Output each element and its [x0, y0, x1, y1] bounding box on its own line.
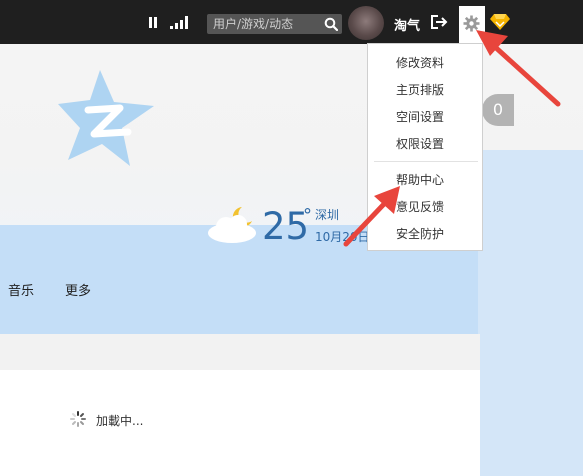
weather-city: 深圳 — [315, 208, 340, 222]
logout-icon[interactable] — [430, 14, 448, 30]
weather-degree-symbol: ° — [303, 205, 312, 226]
nav-item-music[interactable]: 音乐 — [8, 280, 34, 299]
partly-cloudy-icon — [208, 207, 256, 243]
menu-item-feedback[interactable]: 意见反馈 — [368, 195, 482, 219]
cover-right-decoration — [478, 150, 583, 476]
search-box — [207, 14, 342, 34]
pause-icon[interactable] — [149, 17, 158, 28]
feed-panel-header — [0, 334, 480, 370]
star-mascot-icon — [58, 70, 154, 166]
menu-item-help-center[interactable]: 帮助中心 — [368, 168, 482, 192]
user-nickname[interactable]: 淘气 — [394, 15, 420, 34]
settings-button[interactable] — [459, 6, 485, 44]
signal-icon[interactable] — [170, 16, 188, 29]
menu-divider — [374, 161, 478, 162]
visitor-count-badge[interactable]: 0 — [482, 94, 514, 126]
menu-item-home-layout[interactable]: 主页排版 — [368, 78, 482, 102]
nav-item-more[interactable]: 更多 — [65, 280, 91, 299]
menu-item-space-settings[interactable]: 空间设置 — [368, 105, 482, 129]
weather-date: 10月20日 — [315, 230, 370, 244]
menu-item-security[interactable]: 安全防护 — [368, 222, 482, 246]
search-input[interactable] — [207, 14, 317, 34]
menu-item-permissions[interactable]: 权限设置 — [368, 132, 482, 156]
gear-icon[interactable] — [463, 15, 480, 32]
top-bar: 淘气 — [0, 0, 583, 44]
vip-diamond-icon[interactable] — [490, 13, 510, 31]
spinner-icon — [70, 411, 86, 427]
search-icon[interactable] — [324, 17, 338, 31]
avatar[interactable] — [348, 6, 384, 40]
menu-item-edit-profile[interactable]: 修改资料 — [368, 51, 482, 75]
loading-text: 加載中... — [96, 414, 144, 428]
settings-dropdown-menu: 修改资料 主页排版 空间设置 权限设置 帮助中心 意见反馈 安全防护 — [367, 43, 483, 251]
